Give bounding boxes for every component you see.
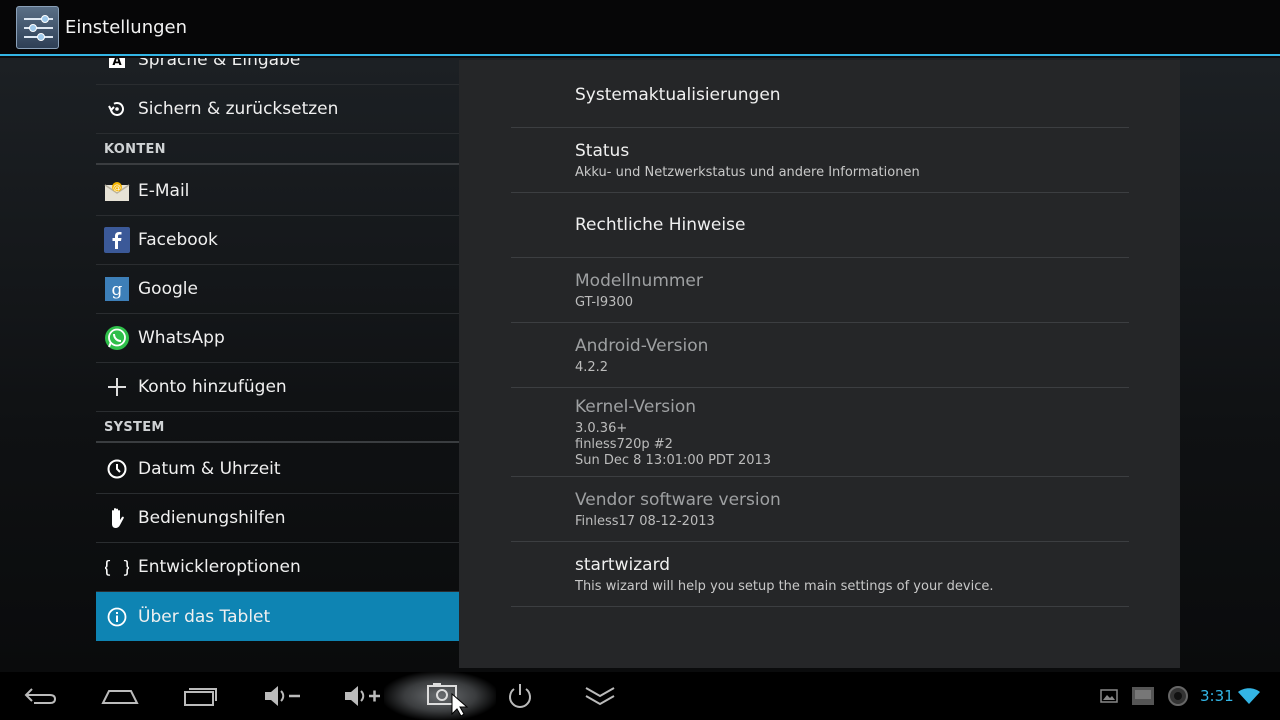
volume-up-icon[interactable] (340, 672, 384, 720)
google-icon: g (96, 277, 138, 301)
pref-android-version[interactable]: Android-Version 4.2.2 (511, 323, 1129, 388)
page-title: Einstellungen (65, 16, 188, 38)
pref-summary-line: 3.0.36+ (575, 421, 628, 436)
pref-title: Kernel-Version (575, 397, 697, 417)
pref-summary-line: finless720p #2 (575, 437, 673, 452)
braces-icon: { } (96, 556, 138, 578)
sidebar-item-google[interactable]: g Google (96, 265, 459, 314)
pref-kernel-version: Kernel-Version 3.0.36+ finless720p #2 Su… (511, 388, 1129, 477)
camera-notification-icon[interactable] (1166, 672, 1190, 720)
pref-title: Vendor software version (575, 490, 781, 510)
back-icon[interactable] (20, 672, 60, 720)
sidebar-item-about-tablet[interactable]: Über das Tablet (96, 592, 459, 641)
pref-summary: 4.2.2 (575, 360, 609, 375)
sidebar-item-facebook[interactable]: Facebook (96, 216, 459, 265)
pref-title: Status (575, 141, 630, 161)
sidebar-item-label: Über das Tablet (138, 606, 271, 627)
pref-title: Systemaktualisierungen (575, 85, 781, 105)
volume-down-icon[interactable] (260, 672, 304, 720)
recent-apps-icon[interactable] (180, 672, 220, 720)
hand-icon (96, 506, 138, 530)
sd-card-icon[interactable] (1130, 672, 1156, 720)
gallery-notification-icon[interactable] (1098, 672, 1120, 720)
plus-icon (96, 376, 138, 398)
status-clock[interactable]: 3:31 (1200, 687, 1234, 705)
sidebar-item-label: Entwickleroptionen (138, 557, 301, 577)
keyboard-a-icon: A (96, 58, 138, 71)
pref-status[interactable]: Status Akku- und Netzwerkstatus und ande… (511, 128, 1129, 193)
pref-title: startwizard (575, 555, 671, 575)
facebook-icon (96, 227, 138, 253)
section-header-accounts: KONTEN (96, 135, 459, 165)
screenshot-icon[interactable] (420, 672, 484, 720)
about-tablet-panel: Systemaktualisierungen Status Akku- und … (459, 60, 1180, 668)
sidebar-item-label: Sichern & zurücksetzen (138, 99, 339, 119)
clock-icon (96, 458, 138, 480)
sidebar-item-language[interactable]: A Sprache & Eingabe (96, 58, 459, 85)
pref-summary-line: Sun Dec 8 13:01:00 PDT 2013 (575, 453, 772, 468)
sidebar-item-developer-options[interactable]: { } Entwickleroptionen (96, 543, 459, 592)
sidebar-item-label: WhatsApp (138, 328, 225, 348)
pref-summary: This wizard will help you setup the main… (575, 579, 994, 594)
action-bar: Einstellungen (0, 0, 1280, 56)
sidebar-item-label: Sprache & Eingabe (138, 58, 301, 70)
pref-model-number: Modellnummer GT-I9300 (511, 258, 1129, 323)
sidebar-item-label: Konto hinzufügen (138, 377, 287, 397)
sidebar-item-label: E-Mail (138, 181, 190, 201)
collapse-icon[interactable] (580, 672, 620, 720)
pref-title: Rechtliche Hinweise (575, 215, 746, 235)
pref-summary: Finless17 08-12-2013 (575, 514, 715, 529)
sidebar-item-label: Datum & Uhrzeit (138, 459, 281, 479)
pref-summary: GT-I9300 (575, 295, 633, 310)
wifi-icon[interactable] (1236, 672, 1262, 720)
info-icon (96, 606, 138, 628)
svg-text:@: @ (113, 183, 121, 192)
pref-summary: Akku- und Netzwerkstatus und andere Info… (575, 165, 920, 180)
svg-text:g: g (112, 280, 123, 300)
whatsapp-icon (96, 325, 138, 351)
power-icon[interactable] (500, 672, 540, 720)
backup-restore-icon (96, 98, 138, 120)
svg-text:A: A (112, 58, 122, 68)
pref-title: Android-Version (575, 336, 709, 356)
section-header-system: SYSTEM (96, 413, 459, 443)
sidebar-item-accessibility[interactable]: Bedienungshilfen (96, 494, 459, 543)
sidebar-item-label: Google (138, 279, 198, 299)
sidebar-item-label: Facebook (138, 230, 218, 250)
settings-header-list[interactable]: A Sprache & Eingabe Sichern & zurücksetz… (96, 58, 459, 648)
pref-system-updates[interactable]: Systemaktualisierungen (511, 60, 1129, 128)
pref-legal[interactable]: Rechtliche Hinweise (511, 193, 1129, 258)
sidebar-item-add-account[interactable]: Konto hinzufügen (96, 363, 459, 412)
sidebar-item-whatsapp[interactable]: WhatsApp (96, 314, 459, 363)
pref-startwizard[interactable]: startwizard This wizard will help you se… (511, 542, 1129, 607)
sidebar-item-backup[interactable]: Sichern & zurücksetzen (96, 85, 459, 134)
pref-title: Modellnummer (575, 271, 703, 291)
settings-sliders-icon[interactable] (16, 5, 59, 49)
pref-vendor-version: Vendor software version Finless17 08-12-… (511, 477, 1129, 542)
sidebar-item-label: Bedienungshilfen (138, 508, 286, 528)
home-icon[interactable] (100, 672, 140, 720)
sidebar-item-date-time[interactable]: Datum & Uhrzeit (96, 445, 459, 494)
sidebar-item-email[interactable]: @ E-Mail (96, 167, 459, 216)
email-envelope-icon: @ (96, 179, 138, 203)
svg-text:{ }: { } (105, 558, 129, 578)
